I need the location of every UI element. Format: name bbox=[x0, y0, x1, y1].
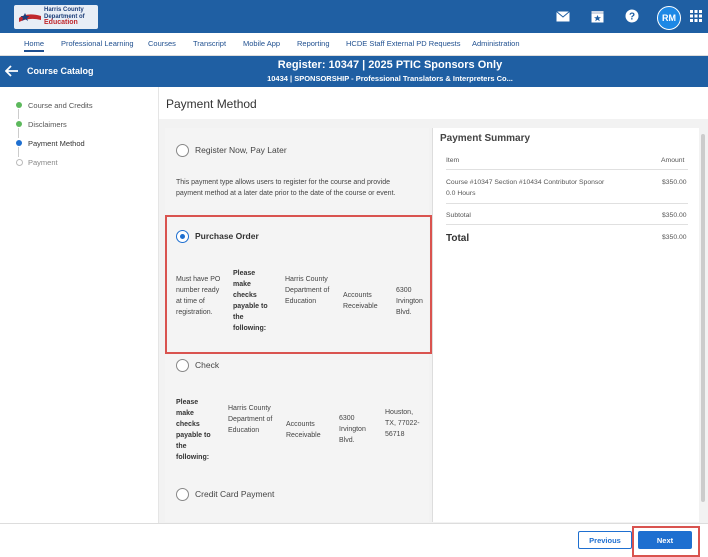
next-button-highlight bbox=[632, 526, 700, 557]
summary-subtotal-amount: $350.00 bbox=[662, 212, 687, 219]
radio-check[interactable] bbox=[176, 359, 189, 372]
summary-divider bbox=[446, 203, 688, 204]
check-payable: Please make checks payable to the follow… bbox=[176, 399, 211, 461]
option-check-label[interactable]: Check bbox=[195, 360, 219, 370]
check-dept: Accounts Receivable bbox=[286, 421, 321, 439]
footer-actions: Previous Next bbox=[0, 523, 708, 557]
previous-button[interactable]: Previous bbox=[578, 531, 632, 549]
main-content: Payment Method Register Now, Pay Later T… bbox=[159, 87, 708, 523]
back-arrow-icon[interactable] bbox=[4, 64, 19, 80]
summary-divider bbox=[446, 169, 688, 170]
summary-subtotal-label: Subtotal bbox=[446, 212, 471, 219]
top-bar: Harris County Department of Education ? … bbox=[0, 0, 708, 33]
summary-total-label: Total bbox=[446, 233, 470, 244]
summary-col-amount: Amount bbox=[661, 157, 685, 164]
course-catalog-link[interactable]: Course Catalog bbox=[27, 66, 94, 76]
pay-later-description: This payment type allows users to regist… bbox=[176, 179, 396, 197]
radio-credit-card[interactable] bbox=[176, 488, 189, 501]
step-connector bbox=[18, 109, 19, 119]
svg-text:?: ? bbox=[629, 12, 635, 23]
nav-mobile-app[interactable]: Mobile App bbox=[243, 39, 280, 48]
step-complete-icon bbox=[16, 121, 22, 127]
check-city: Houston, TX, 77022-56718 bbox=[385, 409, 420, 438]
calendar-star-icon[interactable] bbox=[589, 8, 605, 24]
summary-col-item: Item bbox=[446, 157, 460, 164]
step-current-icon bbox=[16, 140, 22, 146]
logo-text: Harris County Department of Education bbox=[44, 7, 85, 27]
nav-professional-learning[interactable]: Professional Learning bbox=[61, 39, 134, 48]
logo-line-3: Education bbox=[44, 19, 78, 26]
nav-reporting[interactable]: Reporting bbox=[297, 39, 330, 48]
mail-icon[interactable] bbox=[555, 8, 571, 24]
star-flag-icon bbox=[19, 13, 41, 22]
summary-total-amount: $350.00 bbox=[662, 234, 687, 241]
nav-courses[interactable]: Courses bbox=[148, 39, 176, 48]
option-credit-card-label[interactable]: Credit Card Payment bbox=[195, 489, 274, 499]
step-complete-icon bbox=[16, 102, 22, 108]
step-label: Course and Credits bbox=[28, 101, 93, 110]
summary-line-amount: $350.00 bbox=[662, 179, 687, 186]
page-title: Payment Method bbox=[166, 97, 257, 111]
summary-title: Payment Summary bbox=[440, 133, 531, 144]
scrollbar[interactable] bbox=[701, 134, 705, 502]
avatar[interactable]: RM bbox=[657, 6, 681, 30]
payment-summary: Payment Summary Item Amount Course #1034… bbox=[432, 128, 699, 522]
step-label: Payment bbox=[28, 158, 58, 167]
course-banner: Course Catalog Register: 10347 | 2025 PT… bbox=[0, 56, 708, 87]
step-label: Payment Method bbox=[28, 139, 85, 148]
summary-line-hours: 0.0 Hours bbox=[446, 190, 476, 197]
check-street: 6300 Irvington Blvd. bbox=[339, 415, 366, 444]
nav-administration[interactable]: Administration bbox=[472, 39, 520, 48]
nav-home[interactable]: Home bbox=[24, 39, 45, 52]
register-subtitle: 10434 | SPONSORSHIP - Professional Trans… bbox=[267, 74, 513, 83]
step-pending-icon bbox=[16, 159, 23, 166]
apps-grid-icon[interactable] bbox=[688, 8, 704, 24]
main-nav: Home Professional Learning Courses Trans… bbox=[0, 33, 708, 56]
purchase-order-highlight bbox=[165, 215, 432, 354]
hcde-logo[interactable]: Harris County Department of Education bbox=[14, 5, 98, 29]
step-label: Disclaimers bbox=[28, 120, 67, 129]
register-title: Register: 10347 | 2025 PTIC Sponsors Onl… bbox=[277, 59, 503, 71]
registration-stepper: Course and Credits Disclaimers Payment M… bbox=[0, 87, 159, 523]
step-connector bbox=[18, 147, 19, 157]
help-icon[interactable]: ? bbox=[624, 8, 640, 24]
avatar-initials: RM bbox=[662, 13, 676, 23]
summary-line-item: Course #10347 Section #10434 Contributor… bbox=[446, 179, 605, 186]
check-org: Harris County Department of Education bbox=[228, 405, 273, 434]
nav-hcde-staff-external-pd[interactable]: HCDE Staff External PD Requests bbox=[346, 39, 461, 48]
summary-divider bbox=[446, 224, 688, 225]
option-pay-later-label[interactable]: Register Now, Pay Later bbox=[195, 145, 287, 155]
page-title-bar: Payment Method bbox=[159, 87, 708, 119]
radio-pay-later[interactable] bbox=[176, 144, 189, 157]
nav-transcript[interactable]: Transcript bbox=[193, 39, 226, 48]
step-connector bbox=[18, 128, 19, 138]
logo-line-1: Harris County bbox=[44, 7, 84, 13]
